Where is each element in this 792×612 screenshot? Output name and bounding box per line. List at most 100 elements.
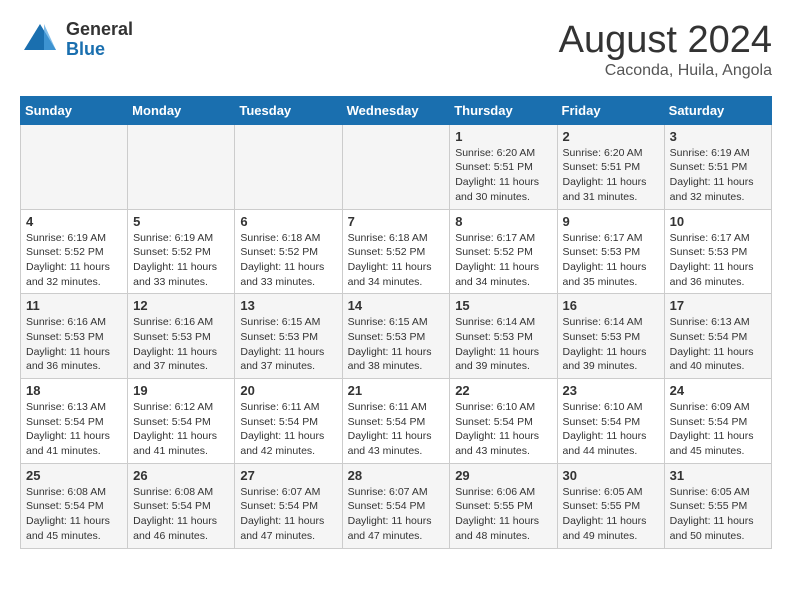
day-details: Sunrise: 6:16 AMSunset: 5:53 PMDaylight:… bbox=[26, 315, 122, 374]
calendar-week-2: 4 Sunrise: 6:19 AMSunset: 5:52 PMDaylight… bbox=[21, 209, 772, 294]
calendar-cell bbox=[128, 124, 235, 209]
day-number: 21 bbox=[348, 383, 445, 398]
day-number: 22 bbox=[455, 383, 551, 398]
calendar-table: SundayMondayTuesdayWednesdayThursdayFrid… bbox=[20, 96, 772, 549]
day-details: Sunrise: 6:20 AMSunset: 5:51 PMDaylight:… bbox=[455, 146, 551, 205]
day-details: Sunrise: 6:15 AMSunset: 5:53 PMDaylight:… bbox=[348, 315, 445, 374]
month-year-title: August 2024 bbox=[559, 20, 772, 62]
day-details: Sunrise: 6:17 AMSunset: 5:52 PMDaylight:… bbox=[455, 231, 551, 290]
day-details: Sunrise: 6:15 AMSunset: 5:53 PMDaylight:… bbox=[240, 315, 336, 374]
day-header-friday: Friday bbox=[557, 96, 664, 124]
page-header: General Blue August 2024 Caconda, Huila,… bbox=[20, 20, 772, 80]
day-number: 20 bbox=[240, 383, 336, 398]
calendar-cell: 11 Sunrise: 6:16 AMSunset: 5:53 PMDayligh… bbox=[21, 294, 128, 379]
day-number: 19 bbox=[133, 383, 229, 398]
logo: General Blue bbox=[20, 20, 133, 60]
day-number: 2 bbox=[563, 129, 659, 144]
logo-text: General Blue bbox=[66, 20, 133, 60]
calendar-cell: 20 Sunrise: 6:11 AMSunset: 5:54 PMDayligh… bbox=[235, 379, 342, 464]
title-area: August 2024 Caconda, Huila, Angola bbox=[559, 20, 772, 80]
day-details: Sunrise: 6:18 AMSunset: 5:52 PMDaylight:… bbox=[348, 231, 445, 290]
calendar-cell bbox=[342, 124, 450, 209]
day-details: Sunrise: 6:16 AMSunset: 5:53 PMDaylight:… bbox=[133, 315, 229, 374]
calendar-cell: 12 Sunrise: 6:16 AMSunset: 5:53 PMDayligh… bbox=[128, 294, 235, 379]
day-number: 8 bbox=[455, 214, 551, 229]
day-details: Sunrise: 6:17 AMSunset: 5:53 PMDaylight:… bbox=[563, 231, 659, 290]
calendar-cell: 4 Sunrise: 6:19 AMSunset: 5:52 PMDaylight… bbox=[21, 209, 128, 294]
day-number: 10 bbox=[670, 214, 766, 229]
calendar-cell: 8 Sunrise: 6:17 AMSunset: 5:52 PMDaylight… bbox=[450, 209, 557, 294]
calendar-cell: 3 Sunrise: 6:19 AMSunset: 5:51 PMDaylight… bbox=[664, 124, 771, 209]
calendar-week-3: 11 Sunrise: 6:16 AMSunset: 5:53 PMDayligh… bbox=[21, 294, 772, 379]
logo-blue-text: Blue bbox=[66, 40, 133, 60]
day-number: 12 bbox=[133, 298, 229, 313]
calendar-cell: 1 Sunrise: 6:20 AMSunset: 5:51 PMDaylight… bbox=[450, 124, 557, 209]
day-details: Sunrise: 6:08 AMSunset: 5:54 PMDaylight:… bbox=[133, 485, 229, 544]
calendar-week-5: 25 Sunrise: 6:08 AMSunset: 5:54 PMDayligh… bbox=[21, 463, 772, 548]
day-number: 23 bbox=[563, 383, 659, 398]
calendar-cell: 22 Sunrise: 6:10 AMSunset: 5:54 PMDayligh… bbox=[450, 379, 557, 464]
day-details: Sunrise: 6:10 AMSunset: 5:54 PMDaylight:… bbox=[455, 400, 551, 459]
day-number: 5 bbox=[133, 214, 229, 229]
day-number: 11 bbox=[26, 298, 122, 313]
day-number: 25 bbox=[26, 468, 122, 483]
logo-icon bbox=[20, 20, 60, 60]
calendar-cell: 29Sunrise: 6:06 AMSunset: 5:55 PMDayligh… bbox=[450, 463, 557, 548]
day-details: Sunrise: 6:07 AMSunset: 5:54 PMDaylight:… bbox=[240, 485, 336, 544]
day-details: Sunrise: 6:05 AMSunset: 5:55 PMDaylight:… bbox=[670, 485, 766, 544]
calendar-cell: 30Sunrise: 6:05 AMSunset: 5:55 PMDayligh… bbox=[557, 463, 664, 548]
day-details: Sunrise: 6:19 AMSunset: 5:52 PMDaylight:… bbox=[133, 231, 229, 290]
calendar-cell: 10 Sunrise: 6:17 AMSunset: 5:53 PMDayligh… bbox=[664, 209, 771, 294]
day-number: 1 bbox=[455, 129, 551, 144]
day-number: 6 bbox=[240, 214, 336, 229]
day-details: Sunrise: 6:17 AMSunset: 5:53 PMDaylight:… bbox=[670, 231, 766, 290]
day-details: Sunrise: 6:14 AMSunset: 5:53 PMDaylight:… bbox=[563, 315, 659, 374]
day-number: 13 bbox=[240, 298, 336, 313]
calendar-cell: 23 Sunrise: 6:10 AMSunset: 5:54 PMDayligh… bbox=[557, 379, 664, 464]
calendar-body: 1 Sunrise: 6:20 AMSunset: 5:51 PMDaylight… bbox=[21, 124, 772, 548]
day-details: Sunrise: 6:11 AMSunset: 5:54 PMDaylight:… bbox=[240, 400, 336, 459]
calendar-cell: 21 Sunrise: 6:11 AMSunset: 5:54 PMDayligh… bbox=[342, 379, 450, 464]
location-subtitle: Caconda, Huila, Angola bbox=[559, 62, 772, 80]
calendar-cell: 9 Sunrise: 6:17 AMSunset: 5:53 PMDaylight… bbox=[557, 209, 664, 294]
day-number: 18 bbox=[26, 383, 122, 398]
day-number: 3 bbox=[670, 129, 766, 144]
calendar-week-1: 1 Sunrise: 6:20 AMSunset: 5:51 PMDaylight… bbox=[21, 124, 772, 209]
day-details: Sunrise: 6:07 AMSunset: 5:54 PMDaylight:… bbox=[348, 485, 445, 544]
calendar-cell: 19Sunrise: 6:12 AMSunset: 5:54 PMDayligh… bbox=[128, 379, 235, 464]
calendar-cell: 17Sunrise: 6:13 AMSunset: 5:54 PMDayligh… bbox=[664, 294, 771, 379]
calendar-week-4: 18 Sunrise: 6:13 AMSunset: 5:54 PMDayligh… bbox=[21, 379, 772, 464]
day-number: 4 bbox=[26, 214, 122, 229]
calendar-cell: 31 Sunrise: 6:05 AMSunset: 5:55 PMDayligh… bbox=[664, 463, 771, 548]
day-details: Sunrise: 6:19 AMSunset: 5:52 PMDaylight:… bbox=[26, 231, 122, 290]
day-number: 27 bbox=[240, 468, 336, 483]
day-header-tuesday: Tuesday bbox=[235, 96, 342, 124]
day-details: Sunrise: 6:08 AMSunset: 5:54 PMDaylight:… bbox=[26, 485, 122, 544]
calendar-cell: 24Sunrise: 6:09 AMSunset: 5:54 PMDayligh… bbox=[664, 379, 771, 464]
calendar-cell: 13 Sunrise: 6:15 AMSunset: 5:53 PMDayligh… bbox=[235, 294, 342, 379]
days-of-week-row: SundayMondayTuesdayWednesdayThursdayFrid… bbox=[21, 96, 772, 124]
calendar-cell: 28 Sunrise: 6:07 AMSunset: 5:54 PMDayligh… bbox=[342, 463, 450, 548]
day-details: Sunrise: 6:14 AMSunset: 5:53 PMDaylight:… bbox=[455, 315, 551, 374]
calendar-cell: 5 Sunrise: 6:19 AMSunset: 5:52 PMDaylight… bbox=[128, 209, 235, 294]
day-details: Sunrise: 6:10 AMSunset: 5:54 PMDaylight:… bbox=[563, 400, 659, 459]
logo-general-text: General bbox=[66, 20, 133, 40]
day-details: Sunrise: 6:13 AMSunset: 5:54 PMDaylight:… bbox=[26, 400, 122, 459]
day-number: 15 bbox=[455, 298, 551, 313]
day-number: 28 bbox=[348, 468, 445, 483]
day-number: 7 bbox=[348, 214, 445, 229]
day-number: 30 bbox=[563, 468, 659, 483]
calendar-cell: 2Sunrise: 6:20 AMSunset: 5:51 PMDaylight… bbox=[557, 124, 664, 209]
day-header-thursday: Thursday bbox=[450, 96, 557, 124]
day-number: 29 bbox=[455, 468, 551, 483]
calendar-cell: 26Sunrise: 6:08 AMSunset: 5:54 PMDayligh… bbox=[128, 463, 235, 548]
calendar-cell: 15 Sunrise: 6:14 AMSunset: 5:53 PMDayligh… bbox=[450, 294, 557, 379]
day-details: Sunrise: 6:11 AMSunset: 5:54 PMDaylight:… bbox=[348, 400, 445, 459]
day-number: 9 bbox=[563, 214, 659, 229]
day-details: Sunrise: 6:19 AMSunset: 5:51 PMDaylight:… bbox=[670, 146, 766, 205]
day-number: 16 bbox=[563, 298, 659, 313]
day-number: 31 bbox=[670, 468, 766, 483]
day-header-monday: Monday bbox=[128, 96, 235, 124]
calendar-cell: 7 Sunrise: 6:18 AMSunset: 5:52 PMDaylight… bbox=[342, 209, 450, 294]
calendar-cell bbox=[21, 124, 128, 209]
